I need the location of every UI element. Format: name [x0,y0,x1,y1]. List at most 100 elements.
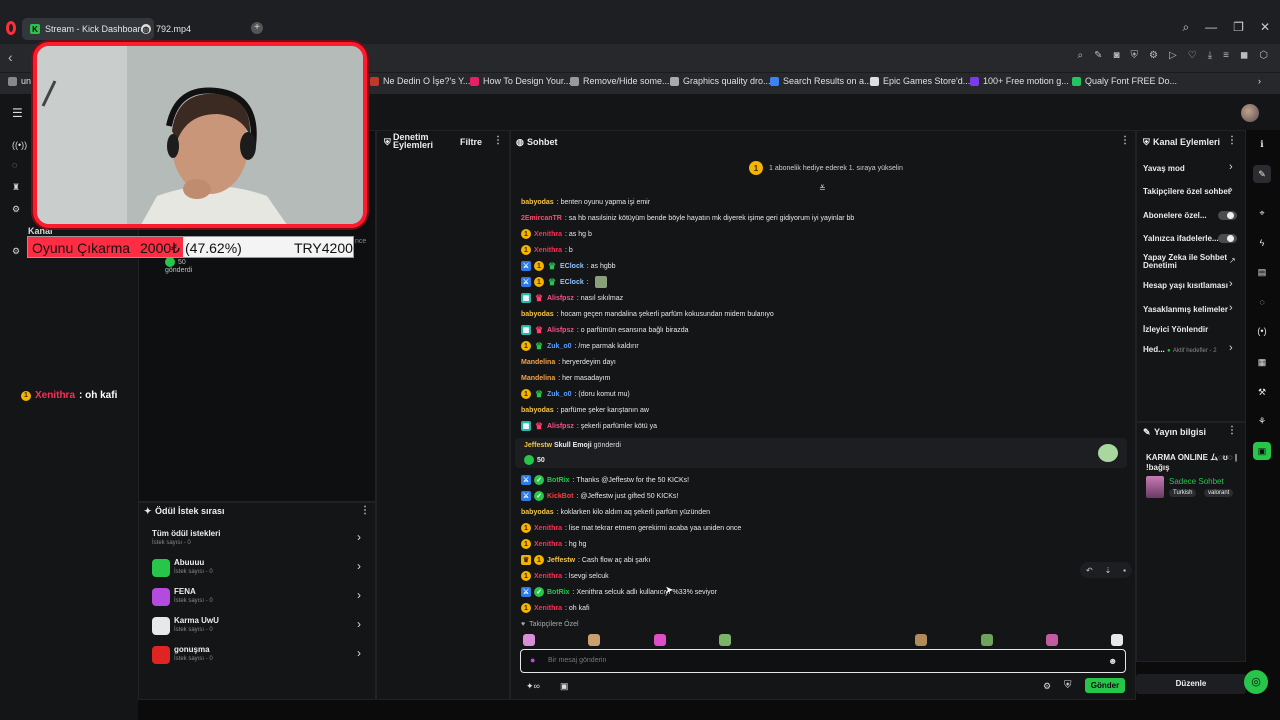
chat-username[interactable]: Xenithra [534,573,562,580]
action-emotes-only[interactable]: Yalnızca ifadelerle... [1143,234,1219,243]
chat-message[interactable]: ⚔ ✓ BotRix: Xenithra selcuk adlı kullanıcı… [521,586,717,598]
bookmark-item[interactable]: How To Design Your... [470,76,571,86]
chat-username[interactable]: Xenithra [534,525,562,532]
search-icon[interactable]: ⌕ [1078,50,1084,61]
chat-username[interactable]: Xenithra [534,541,562,548]
chat-message[interactable]: 1 ♛ Zuk_o0: (doru komut mu) [521,388,630,400]
restore-icon[interactable]: ❐ [1233,20,1244,35]
action-raid[interactable]: İzleyici Yönlendir [1143,325,1208,334]
action-goals[interactable]: Hed... ● Aktif hedefler - 2 [1143,345,1217,354]
store-icon[interactable]: ▣ [560,681,569,692]
profile-icon[interactable]: ◼ [1240,50,1248,61]
chat-message[interactable]: 1 Xenithra: lsevgi selcuk [521,570,609,582]
more-options-icon[interactable]: ⋮ [493,135,503,146]
emote-icon[interactable] [981,634,993,646]
crosshair-icon[interactable]: ⌖ [1253,204,1271,222]
filter-button[interactable]: Filtre [460,137,482,147]
chat-username[interactable]: babyodas [521,407,554,414]
chat-message[interactable]: Mandelina: her masadayım [521,372,610,384]
bookmark-item[interactable]: Search Results on a... [770,76,872,86]
chat-bubble-icon[interactable]: ◌ [1253,293,1271,311]
chat-message[interactable]: ▦ ♛ Alisfpsz: şekerli parfümler kötü ya [521,420,657,432]
external-link-icon[interactable]: ↗ [1229,256,1236,265]
support-chat-icon[interactable]: ◎ [1244,670,1268,694]
chat-message[interactable]: babyodas: hocam geçen mandalina şekerli … [521,308,774,320]
chat-username[interactable]: babyodas [521,199,554,206]
chat-username[interactable]: Alisfpsz [547,295,574,302]
chat-username[interactable]: Mandelina [521,359,555,366]
action-account-age[interactable]: Hesap yaşı kısıtlaması [1143,281,1228,290]
settings-icon[interactable]: ⚙ [1043,681,1051,692]
chat-username[interactable]: BotRix [547,477,570,484]
chevron-right-icon[interactable]: › [1229,342,1233,354]
emoji-icon[interactable]: ☻ [1108,656,1117,666]
trophy-icon[interactable]: ♜ [12,182,20,193]
action-followers-only[interactable]: Takipçilere özel sohbet [1143,187,1230,196]
broadcast-icon[interactable]: (•) [1253,322,1271,340]
chat-message[interactable]: ⚔ 1 ♛ EClock: [521,276,607,288]
gift-card-user[interactable]: Jeffestw [524,442,552,449]
avatar[interactable] [1241,104,1259,122]
action-banned-words[interactable]: Yasaklanmış kelimeler [1143,305,1228,314]
emote-icon[interactable] [1046,634,1058,646]
tool-icon[interactable]: ⚒ [1253,383,1271,401]
bookmark-item[interactable]: Graphics quality dro... [670,76,771,86]
gear-icon[interactable]: ⚙ [12,204,20,215]
chat-username[interactable]: Alisfpsz [547,423,574,430]
hamburger-menu-icon[interactable]: ☰ [12,106,23,120]
document-icon[interactable]: ▤ [1253,263,1271,281]
chat-username[interactable]: Zuk_o0 [547,343,572,350]
emote-icon[interactable] [523,634,535,646]
chat-icon[interactable]: ◌ [12,160,17,170]
chat-message[interactable]: ♛ 1 Jeffestw: Cash flow aç abi şarkı [521,554,650,566]
emote-icon[interactable] [588,634,600,646]
chat-username[interactable]: Jeffestw [547,557,575,564]
back-icon[interactable]: ‹ [8,49,13,65]
pinned-message[interactable]: 1 1 abonelik hediye ederek 1. sıraya yük… [749,161,903,175]
bookmark-item[interactable]: 100+ Free motion g... [970,76,1069,86]
stream-tag[interactable]: Turkish [1169,489,1197,497]
stream-tag[interactable]: valorant [1204,489,1234,497]
collapse-icon[interactable]: ≚ [819,184,826,193]
reply-icon[interactable]: ↶ [1086,566,1093,575]
more-options-icon[interactable]: ⋮ [360,505,370,516]
chat-username[interactable]: Xenithra [534,231,562,238]
bookmark-folder[interactable]: un [8,76,31,86]
subscribers-only-toggle[interactable] [1218,211,1237,220]
minimize-icon[interactable]: — [1205,20,1217,35]
chevron-right-icon[interactable]: › [1229,161,1233,173]
chevron-right-icon[interactable]: › [1229,184,1233,196]
share-icon[interactable]: ⚘ [1253,412,1271,430]
chat-username[interactable]: Xenithra [534,247,562,254]
tab-video[interactable]: ◍ 792.mp4 [133,18,199,40]
pencil-icon[interactable]: ✎ [1253,165,1271,183]
pin-icon[interactable]: ⇣ [1105,566,1112,575]
info-icon[interactable]: ℹ [1253,135,1271,153]
new-tab-button[interactable]: + [251,22,263,34]
chat-username[interactable]: EClock [560,279,584,286]
edit-layout-button[interactable]: Düzenle [1136,674,1246,694]
chat-message[interactable]: ▦ ♛ Alisfpsz: nasıl sıkılmaz [521,292,623,304]
chat-message[interactable]: 1 Xenithra: oh kafi [521,602,590,614]
chat-message[interactable]: babyodas: parfüme şeker karıştanın aw [521,404,649,416]
action-slow-mode[interactable]: Yavaş mod [1143,164,1185,173]
emote-icon[interactable] [915,634,927,646]
chat-username[interactable]: EClock [560,263,584,270]
heart-icon[interactable]: ♡ [1188,50,1197,61]
chat-message[interactable]: babyodas: benten oyunu yapma işi emir [521,196,650,208]
chat-message[interactable]: ▦ ♛ Alisfpsz: o parfümün esansına bağlı bi… [521,324,689,336]
layout-icon[interactable]: ▦ [1253,353,1271,371]
chat-message[interactable]: 1 Xenithra: lise mat tekrar etmem gerekir… [521,522,741,534]
shield-icon[interactable]: ⛨ [1131,50,1139,61]
chat-username[interactable]: Alisfpsz [547,327,574,334]
chat-username[interactable]: BotRix [547,589,570,596]
chat-username[interactable]: Xenithra [534,605,562,612]
chat-message[interactable]: 1 Xenithra: b [521,244,573,256]
delete-icon[interactable]: ▪ [1123,566,1126,575]
stream-icon[interactable]: ((•)) [12,140,27,150]
reward-item[interactable]: gonuşma İstek sayısı - 0 › [152,644,367,668]
settings-icon[interactable]: ⚙ [12,246,20,257]
action-subscribers-only[interactable]: Abonelere özel... [1143,211,1207,220]
chat-message[interactable]: ⚔ 1 ♛ EClock: as hgbb [521,260,616,272]
settings-icon[interactable]: ⚙ [1149,50,1158,61]
